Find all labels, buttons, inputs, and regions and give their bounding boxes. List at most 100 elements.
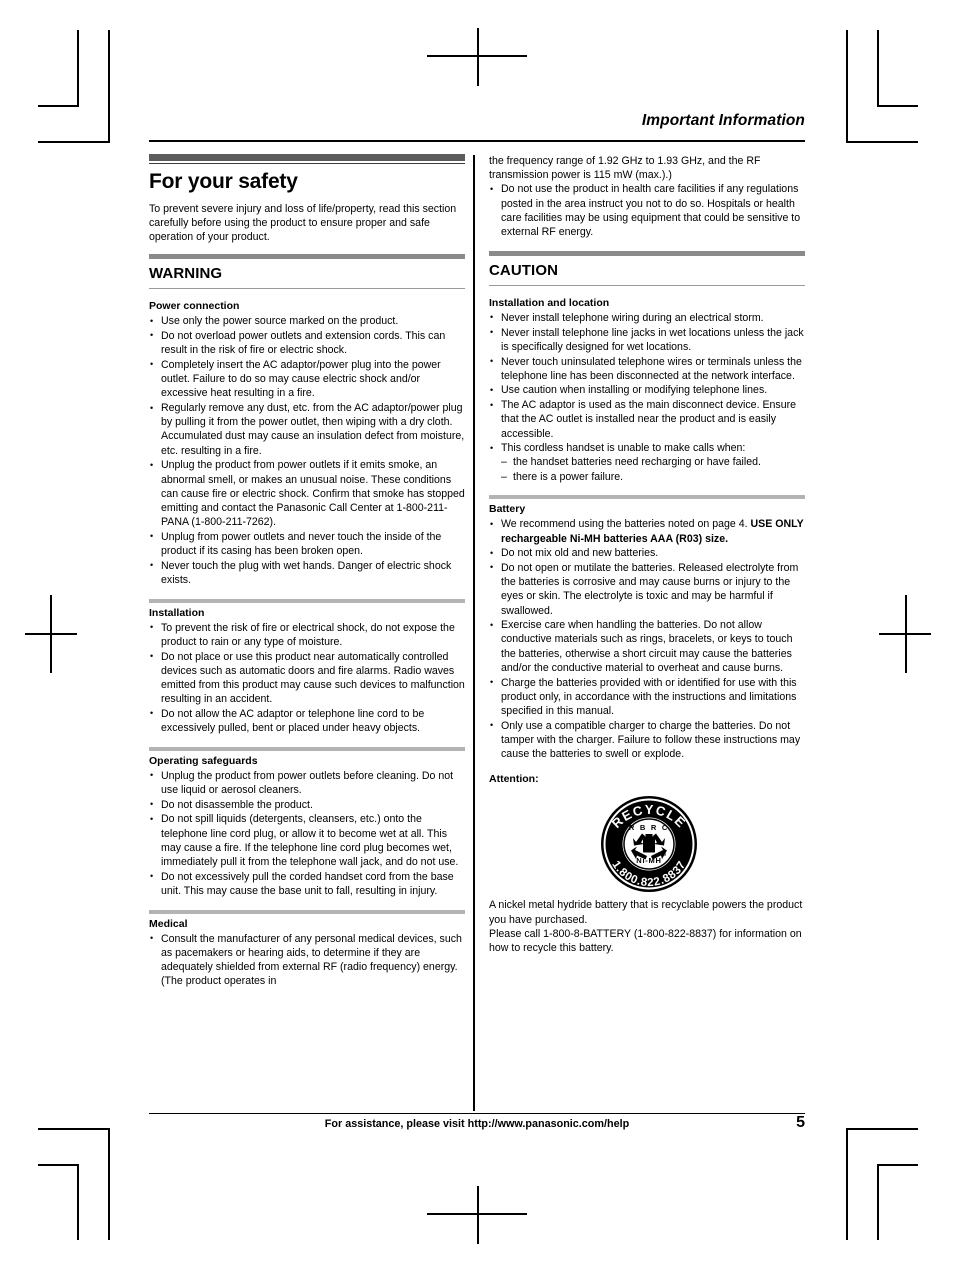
- title-rule: [149, 163, 465, 164]
- list-item: Do not mix old and new batteries.: [489, 546, 805, 560]
- medical-bar-accent: [149, 909, 465, 914]
- page-title: For your safety: [149, 170, 298, 193]
- list-item: Charge the batteries provided with or id…: [489, 675, 805, 719]
- subsection-title-installation-and-location: Installation and location: [489, 296, 610, 309]
- crop-mark-bottom-right-h1: [846, 1128, 918, 1130]
- list-item: Unplug the product from power outlets be…: [149, 768, 465, 797]
- list-medical: Consult the manufacturer of any personal…: [149, 931, 465, 989]
- list-item: Use caution when installing or modifying…: [489, 383, 805, 397]
- list-item: Regularly remove any dust, etc. from the…: [149, 401, 465, 458]
- crop-mark-bottom-left-h2: [38, 1164, 79, 1166]
- crop-mark-top-right-v1: [846, 30, 848, 142]
- subsection-title-operating-safeguards: Operating safeguards: [149, 754, 258, 767]
- list-item: Do not open or mutilate the batteries. R…: [489, 560, 805, 618]
- warning-bar-accent: [149, 254, 465, 260]
- list-item: Never install telephone line jacks in we…: [489, 325, 805, 354]
- list-item: Unplug from power outlets and never touc…: [149, 529, 465, 558]
- list-item: To prevent the risk of fire or electrica…: [149, 620, 465, 649]
- continued-paragraph: the frequency range of 1.92 GHz to 1.93 …: [489, 155, 761, 182]
- installation-bar-accent: [149, 598, 465, 603]
- list-item: Do not overload power outlets and extens…: [149, 328, 465, 357]
- running-head: Important Information: [641, 112, 805, 129]
- battery-note-normal: We recommend using the batteries noted o…: [501, 518, 751, 531]
- list-item: Unplug the product from power outlets if…: [149, 458, 465, 529]
- crop-mark-bottom-left-v2: [77, 1164, 79, 1240]
- sublist-handset-cannot-call: the handset batteries need recharging or…: [501, 455, 805, 484]
- manual-page: Important Information For your safety To…: [149, 112, 805, 1140]
- list-item: Do not spill liquids (detergents, cleans…: [149, 812, 465, 869]
- assistance-text: For assistance, please visit http://www.…: [324, 1118, 630, 1130]
- column-divider: [473, 155, 475, 1111]
- crop-mark-top-right-v2: [877, 30, 879, 106]
- crop-mark-top-right-h1: [846, 141, 918, 143]
- two-column-body: For your safety To prevent severe injury…: [149, 154, 805, 1114]
- list-item: This cordless handset is unable to make …: [489, 441, 805, 484]
- list-item: Do not excessively pull the corded hands…: [149, 869, 465, 898]
- register-cross-left-h: [25, 633, 77, 635]
- crop-mark-bottom-left-h1: [38, 1128, 110, 1130]
- sublist-item: the handset batteries need recharging or…: [501, 455, 805, 469]
- list-item: We recommend using the batteries noted o…: [489, 517, 805, 545]
- list-installation: To prevent the risk of fire or electrica…: [149, 620, 465, 736]
- operating-safeguards-bar-accent: [149, 746, 465, 751]
- battery-bar-accent: [489, 495, 805, 500]
- svg-text:R B R C: R B R C: [629, 823, 669, 832]
- list-item: Only use a compatible charger to charge …: [489, 718, 805, 762]
- caution-bar-accent: [489, 250, 805, 256]
- list-battery: We recommend using the batteries noted o…: [489, 517, 805, 761]
- rbrc-recycle-seal-icon: RECYCLE 1.800.822.8837 R B R C TM Ni-MH: [601, 796, 697, 893]
- list-item: Consult the manufacturer of any personal…: [149, 931, 465, 989]
- list-operating-safeguards: Unplug the product from power outlets be…: [149, 768, 465, 898]
- page-number: 5: [796, 1114, 805, 1131]
- list-item: Do not place or use this product near au…: [149, 649, 465, 707]
- register-cross-bottom-h: [427, 1213, 527, 1215]
- header-rule: [149, 140, 805, 142]
- list-power-connection: Use only the power source marked on the …: [149, 314, 465, 587]
- list-item: Completely insert the AC adaptor/power p…: [149, 357, 465, 401]
- crop-mark-bottom-right-v1: [846, 1128, 848, 1240]
- recycle-note-1: A nickel metal hydride battery that is r…: [489, 899, 803, 926]
- recycle-note-2: Please call 1-800-8-BATTERY (1-800-822-8…: [489, 927, 802, 954]
- page-footer: For assistance, please visit http://www.…: [149, 1114, 805, 1138]
- list-item: Never touch the plug with wet hands. Dan…: [149, 558, 465, 587]
- list-item: Exercise care when handling the batterie…: [489, 618, 805, 675]
- list-item: Do not use the product in health care fa…: [489, 182, 805, 239]
- attention-label: Attention:: [489, 773, 539, 786]
- list-item: Never touch uninsulated telephone wires …: [489, 354, 805, 383]
- svg-text:Ni-MH: Ni-MH: [636, 856, 661, 865]
- crop-mark-bottom-right-v2: [877, 1164, 879, 1240]
- list-item: The AC adaptor is used as the main disco…: [489, 398, 805, 441]
- section-title-warning: WARNING: [149, 265, 223, 283]
- section-title-caution: CAUTION: [489, 261, 559, 279]
- title-bar-accent: [149, 154, 465, 161]
- sublist-item: there is a power failure.: [501, 470, 805, 484]
- register-cross-top-v: [477, 28, 479, 86]
- list-item: Do not disassemble the product.: [149, 797, 465, 812]
- crop-mark-top-left-h2: [38, 105, 79, 107]
- crop-mark-bottom-left-v1: [108, 1128, 110, 1240]
- register-cross-bottom-v: [477, 1186, 479, 1244]
- list-item: Use only the power source marked on the …: [149, 314, 465, 328]
- subsection-title-installation: Installation: [149, 606, 205, 619]
- subsection-title-power-connection: Power connection: [149, 300, 240, 313]
- crop-mark-bottom-right-h2: [877, 1164, 918, 1166]
- subsection-title-battery: Battery: [489, 503, 526, 516]
- subsection-title-medical: Medical: [149, 917, 188, 930]
- register-cross-right-h: [879, 633, 931, 635]
- crop-mark-top-left-v2: [77, 30, 79, 106]
- list-installation-and-location: Never install telephone wiring during an…: [489, 310, 805, 484]
- list-continued-rf: Do not use the product in health care fa…: [489, 182, 805, 239]
- crop-mark-top-left-h1: [38, 141, 110, 143]
- register-cross-top-h: [427, 55, 527, 57]
- recycle-seal-container: RECYCLE 1.800.822.8837 R B R C TM Ni-MH: [489, 794, 805, 898]
- right-column: the frequency range of 1.92 GHz to 1.93 …: [489, 154, 805, 955]
- left-column: For your safety To prevent severe injury…: [149, 154, 465, 989]
- list-item-lead: This cordless handset is unable to make …: [501, 442, 746, 455]
